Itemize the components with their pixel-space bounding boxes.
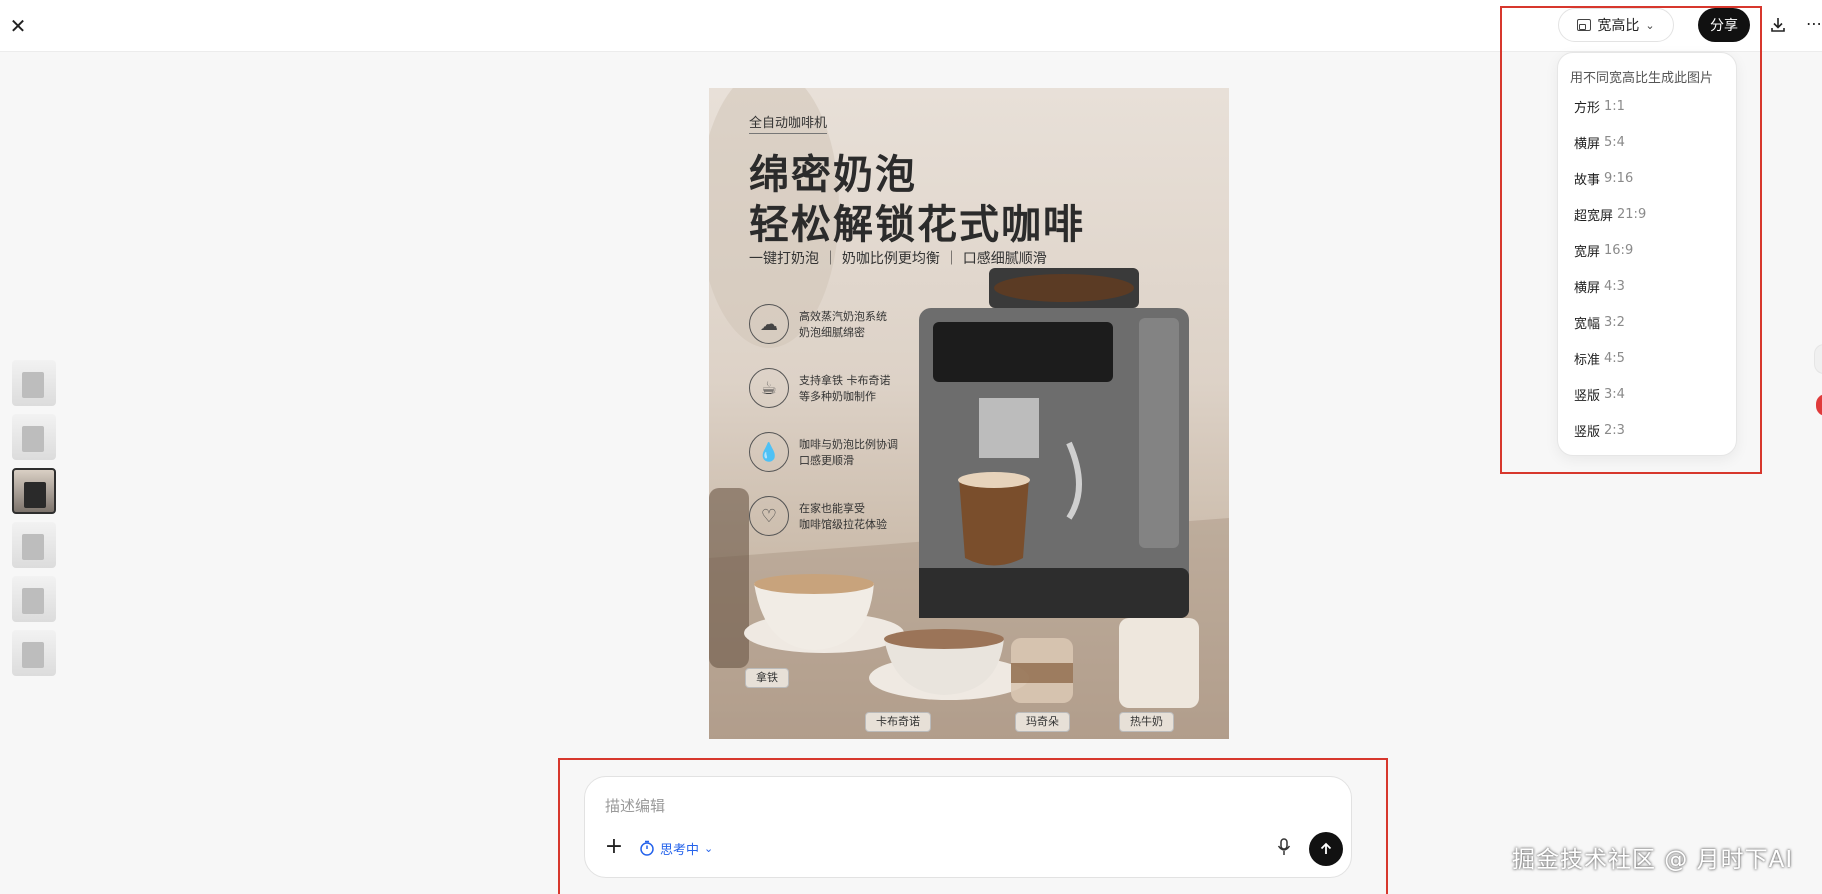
thumbnail[interactable] <box>12 360 56 406</box>
thinking-mode-dropdown[interactable]: 思考中 ⌄ <box>639 837 713 859</box>
thumbnail[interactable] <box>12 576 56 622</box>
thumbnail-strip <box>12 360 62 684</box>
thumbnail[interactable] <box>12 522 56 568</box>
download-icon[interactable] <box>1766 12 1790 38</box>
more-icon[interactable]: ⋯ <box>1806 12 1822 38</box>
send-button[interactable] <box>1309 832 1343 866</box>
close-icon[interactable]: ✕ <box>6 14 30 38</box>
edit-input[interactable]: 描述编辑 <box>605 795 665 816</box>
thumbnail[interactable] <box>12 414 56 460</box>
thinking-label: 思考中 <box>660 842 700 858</box>
timer-icon <box>640 840 654 856</box>
edit-composer: 描述编辑 + 思考中 ⌄ <box>584 776 1352 878</box>
arrow-up-icon <box>1320 842 1332 854</box>
cup-label: 拿铁 <box>745 668 789 688</box>
side-notification-dot <box>1816 394 1822 416</box>
highlight-box-menu <box>1500 6 1762 474</box>
thumbnail[interactable] <box>12 630 56 676</box>
cup-label: 卡布奇诺 <box>865 712 931 732</box>
cup-label: 热牛奶 <box>1119 712 1174 732</box>
thumbnail-active[interactable] <box>12 468 56 514</box>
cup-label: 玛奇朵 <box>1015 712 1070 732</box>
side-panel-handle[interactable] <box>1814 344 1822 374</box>
plus-icon[interactable]: + <box>603 836 625 859</box>
mic-icon[interactable] <box>1275 837 1295 859</box>
chevron-down-icon: ⌄ <box>704 841 714 855</box>
coffee-cups-illustration <box>744 574 1199 708</box>
watermark: 掘金技术社区 @ 月时下AI <box>1512 847 1794 873</box>
generated-image: 全自动咖啡机 绵密奶泡 轻松解锁花式咖啡 一键打奶泡 ｜ 奶咖比例更均衡 ｜ 口… <box>709 88 1229 739</box>
